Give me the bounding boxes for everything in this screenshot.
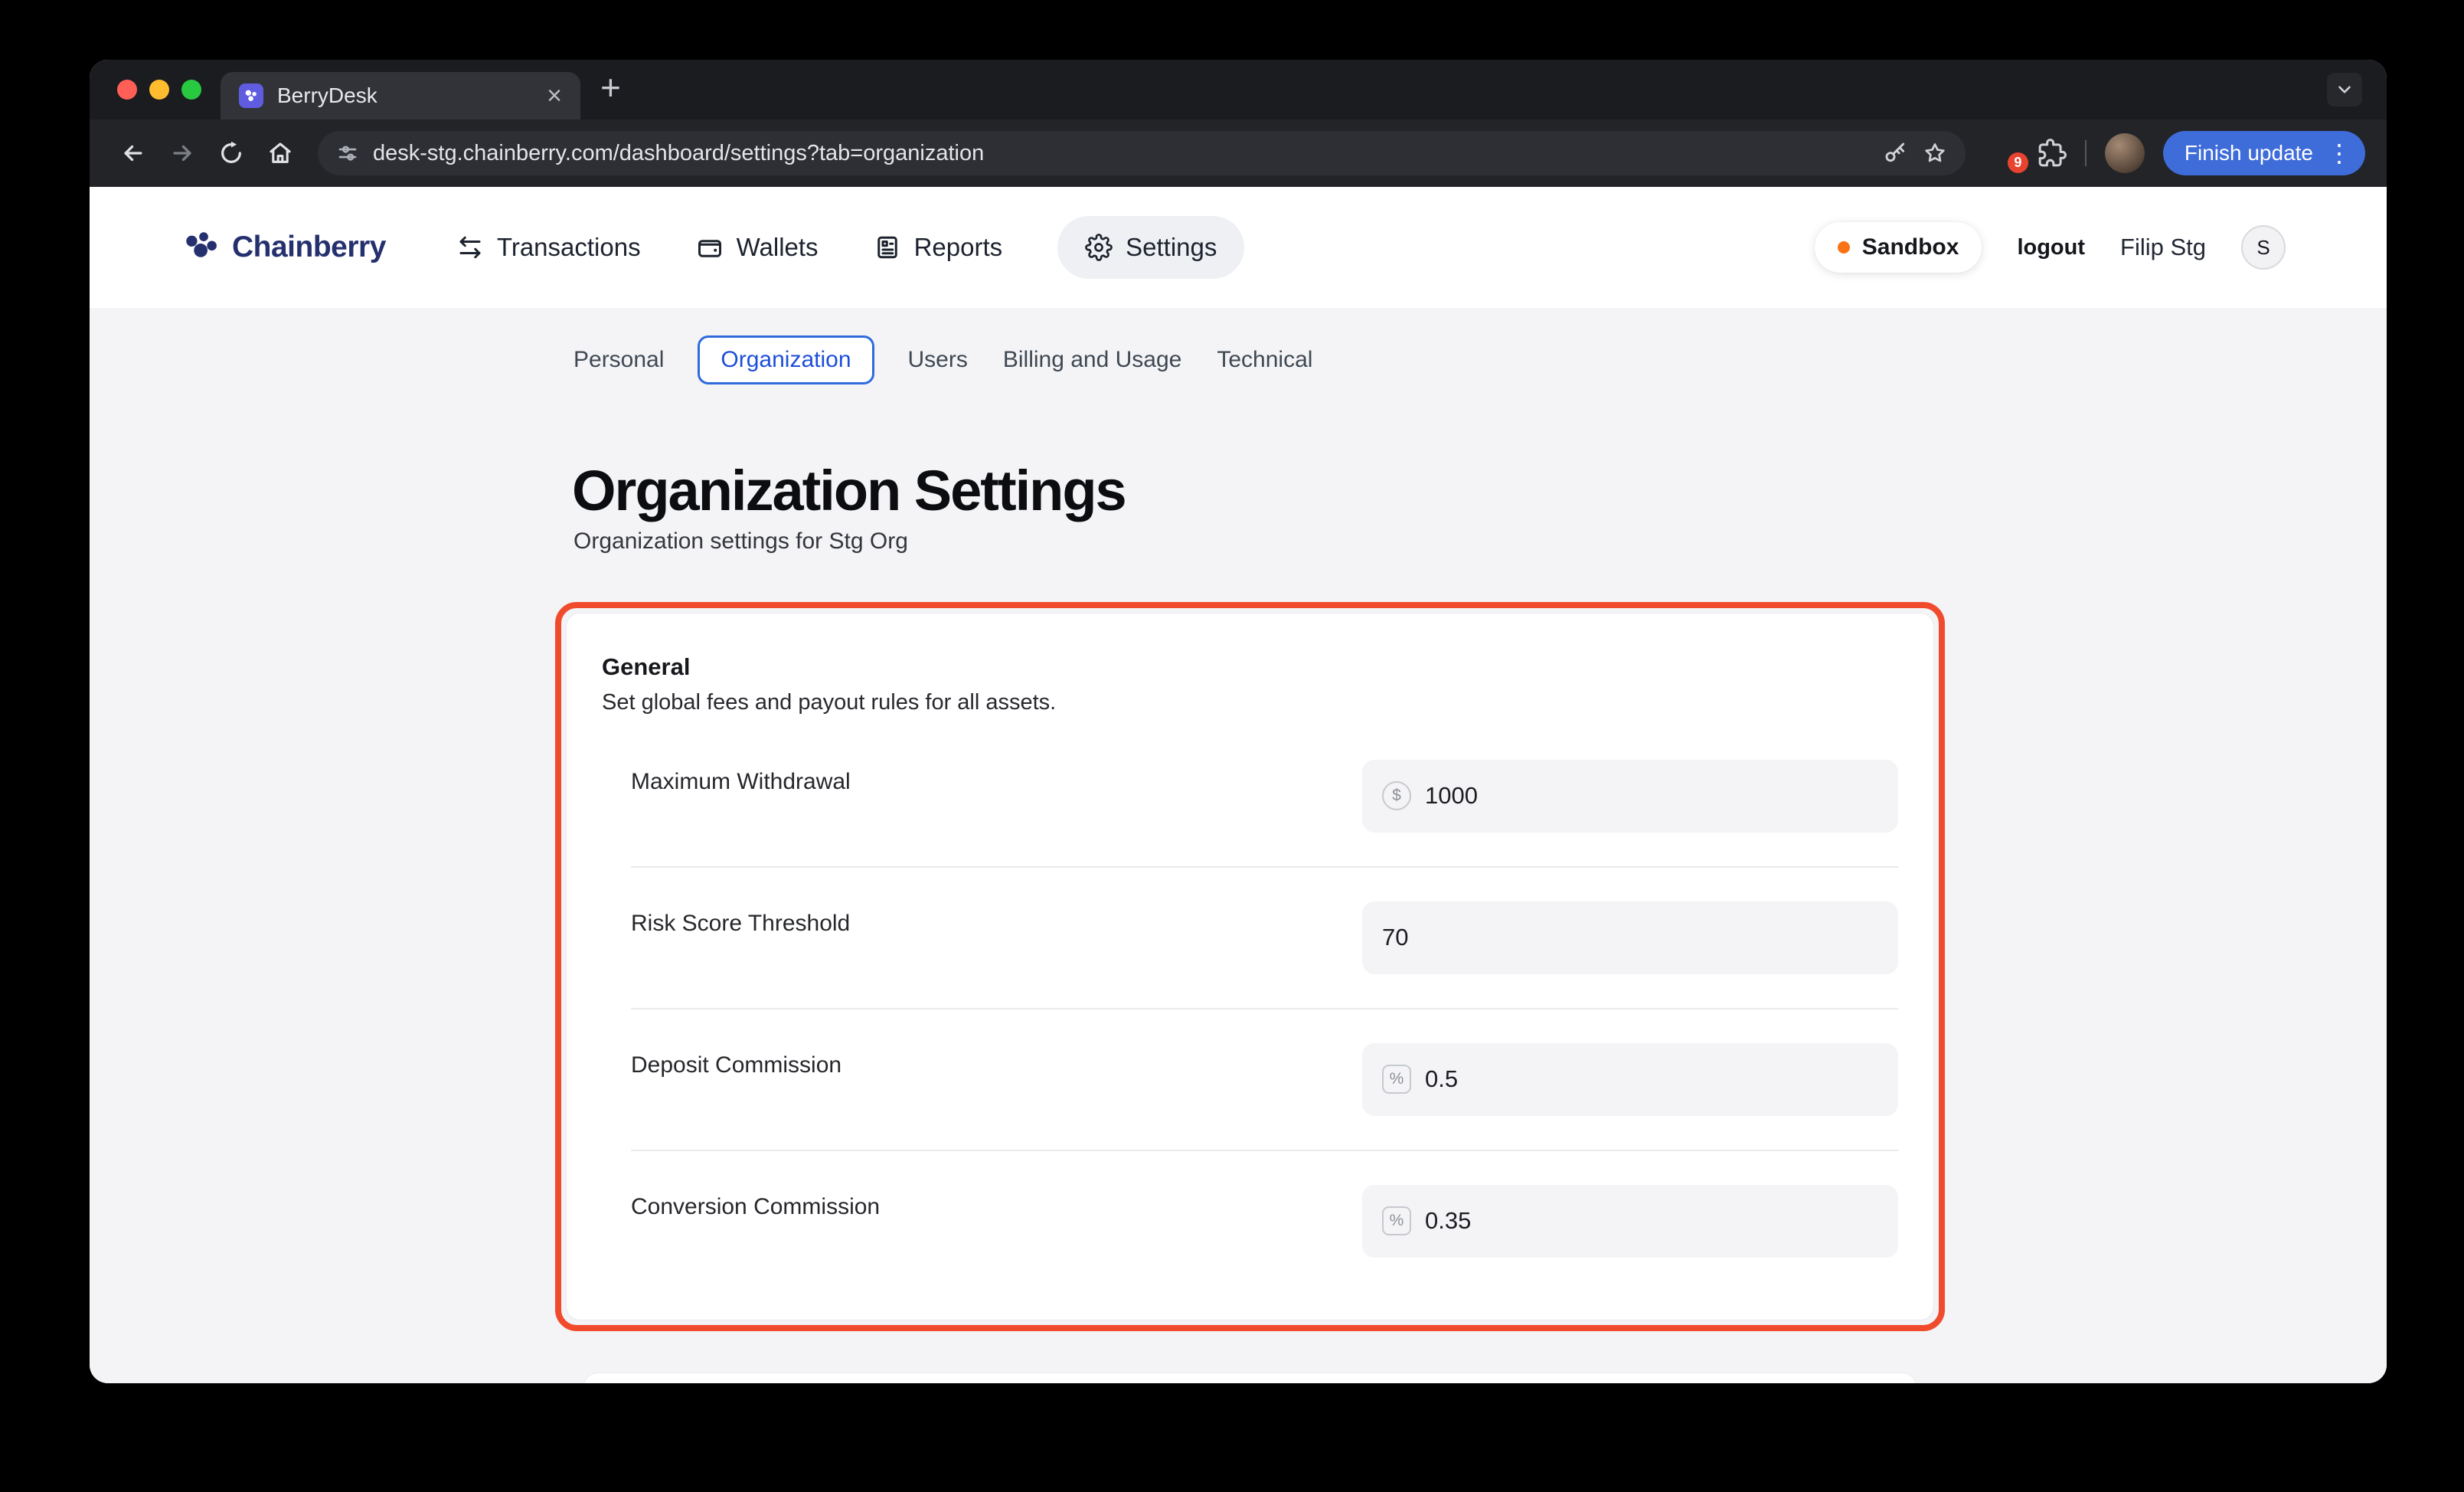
next-card-sliver [583, 1373, 1917, 1383]
back-icon[interactable] [111, 131, 155, 175]
deposit-commission-field[interactable]: % [1362, 1043, 1898, 1116]
setting-row-risk-score-threshold: Risk Score Threshold [631, 866, 1898, 1008]
setting-row-maximum-withdrawal: Maximum Withdrawal $ [631, 726, 1898, 866]
site-settings-icon[interactable] [336, 142, 359, 165]
setting-row-deposit-commission: Deposit Commission % [631, 1008, 1898, 1150]
tab-billing-and-usage[interactable]: Billing and Usage [1002, 336, 1183, 384]
dollar-icon: $ [1382, 781, 1411, 810]
deposit-commission-input[interactable] [1425, 1065, 1878, 1093]
maximum-withdrawal-field[interactable]: $ [1362, 760, 1898, 833]
address-bar[interactable]: desk-stg.chainberry.com/dashboard/settin… [318, 131, 1966, 175]
environment-badge: Sandbox [1815, 222, 1982, 273]
page-title: Organization Settings [572, 461, 2387, 521]
user-avatar[interactable]: S [2241, 225, 2286, 270]
card-title: General [602, 653, 1898, 681]
general-settings-card: General Set global fees and payout rules… [566, 613, 1934, 1320]
browser-profile-avatar[interactable] [2105, 133, 2145, 173]
setting-row-conversion-commission: Conversion Commission % [631, 1150, 1898, 1291]
finish-update-button[interactable]: Finish update ⋮ [2163, 131, 2365, 175]
nav-label: Wallets [737, 233, 819, 262]
row-label: Risk Score Threshold [631, 911, 850, 937]
page-body: Chainberry Transactions Wallets [90, 187, 2387, 1383]
brand-name: Chainberry [232, 231, 386, 264]
browser-menu-kebab-icon[interactable]: ⋮ [2321, 141, 2358, 165]
transactions-icon [456, 234, 484, 261]
minimize-window-button[interactable] [149, 80, 169, 100]
logout-link[interactable]: logout [2017, 235, 2085, 260]
conversion-commission-field[interactable]: % [1362, 1185, 1898, 1258]
extension-badge: 9 [2008, 152, 2028, 173]
nav-item-settings[interactable]: Settings [1057, 216, 1244, 279]
extensions-puzzle-icon[interactable] [2038, 139, 2067, 168]
chainberry-logo-icon [181, 227, 221, 267]
row-label: Deposit Commission [631, 1052, 841, 1078]
url-text: desk-stg.chainberry.com/dashboard/settin… [373, 141, 1869, 166]
tab-search-chevron-icon[interactable] [2327, 73, 2362, 106]
nav-item-reports[interactable]: Reports [874, 233, 1003, 262]
forward-icon[interactable] [160, 131, 204, 175]
toolbar-divider [2085, 140, 2087, 166]
zoom-window-button[interactable] [181, 80, 201, 100]
row-label: Conversion Commission [631, 1194, 880, 1220]
browser-toolbar: desk-stg.chainberry.com/dashboard/settin… [90, 119, 2387, 187]
nav-item-wallets[interactable]: Wallets [696, 233, 819, 262]
tab-users[interactable]: Users [907, 336, 969, 384]
app-header: Chainberry Transactions Wallets [90, 187, 2387, 308]
nav-label: Transactions [497, 233, 641, 262]
browser-tabstrip: BerryDesk × + [90, 60, 2387, 119]
nav-label: Settings [1126, 233, 1217, 262]
browser-tab[interactable]: BerryDesk × [221, 72, 580, 119]
close-window-button[interactable] [117, 80, 137, 100]
berrydesk-favicon [239, 83, 263, 108]
risk-score-threshold-input[interactable] [1382, 924, 1878, 951]
percent-icon: % [1382, 1206, 1411, 1235]
tab-title: BerryDesk [277, 83, 533, 108]
nav-label: Reports [914, 233, 1003, 262]
user-name: Filip Stg [2120, 234, 2206, 261]
nav-item-transactions[interactable]: Transactions [456, 233, 641, 262]
bookmark-star-icon[interactable] [1923, 141, 1947, 165]
card-description: Set global fees and payout rules for all… [602, 690, 1898, 715]
main-nav: Transactions Wallets Reports [456, 216, 1244, 279]
app-header-right: Sandbox logout Filip Stg S [1815, 222, 2286, 273]
percent-icon: % [1382, 1065, 1411, 1094]
tab-organization[interactable]: Organization [698, 335, 874, 384]
new-tab-button[interactable]: + [600, 70, 621, 105]
settings-tabs: Personal Organization Users Billing and … [572, 335, 2387, 384]
browser-window: BerryDesk × + desk-stg.chainberry.com/da… [90, 60, 2387, 1383]
page-subtitle: Organization settings for Stg Org [574, 528, 2387, 555]
reports-icon [874, 234, 901, 261]
settings-rows: Maximum Withdrawal $ Risk Score Threshol… [631, 726, 1898, 1291]
tab-technical[interactable]: Technical [1215, 336, 1314, 384]
wallet-icon [696, 234, 724, 261]
highlight-annotation-border: General Set global fees and payout rules… [555, 602, 1945, 1331]
tab-personal[interactable]: Personal [572, 336, 665, 384]
password-key-icon[interactable] [1883, 141, 1907, 165]
reload-icon[interactable] [209, 131, 253, 175]
brand-logo[interactable]: Chainberry [181, 227, 386, 267]
home-icon[interactable] [258, 131, 302, 175]
conversion-commission-input[interactable] [1425, 1207, 1878, 1235]
extension-button[interactable]: 9 [1989, 136, 2022, 170]
close-tab-icon[interactable]: × [547, 83, 562, 109]
sandbox-dot-icon [1838, 241, 1850, 254]
risk-score-threshold-field[interactable] [1362, 901, 1898, 974]
gear-icon [1085, 234, 1113, 261]
window-controls [117, 80, 201, 100]
row-label: Maximum Withdrawal [631, 769, 851, 795]
maximum-withdrawal-input[interactable] [1425, 782, 1878, 810]
